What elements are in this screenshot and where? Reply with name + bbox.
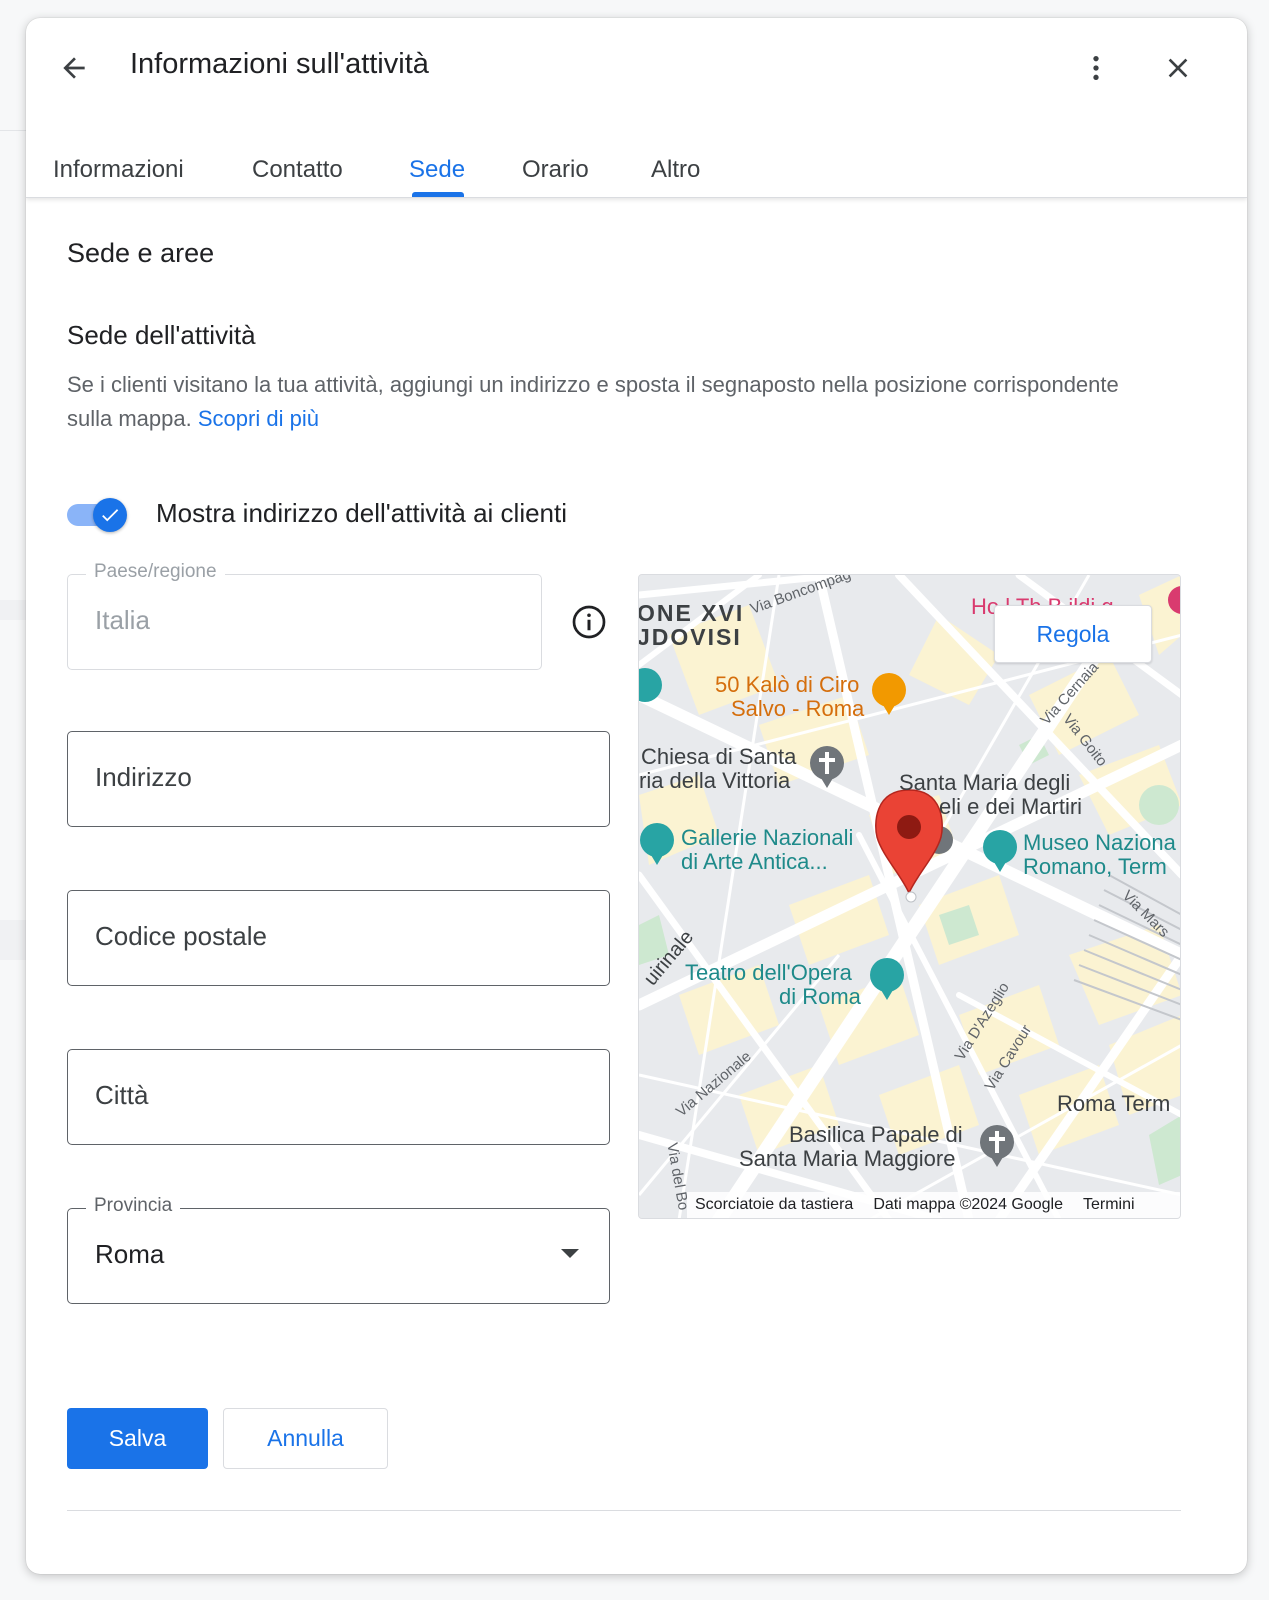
map-label-district: ONE XVI — [638, 600, 745, 626]
dropdown-arrow-icon — [561, 1249, 579, 1258]
more-vert-icon — [1093, 56, 1099, 80]
province-select[interactable]: Provincia Roma — [67, 1195, 610, 1304]
map-label-theatre: di Roma — [779, 984, 861, 1009]
bg-strip — [0, 920, 26, 960]
cancel-button[interactable]: Annulla — [223, 1408, 388, 1469]
divider — [67, 1510, 1181, 1511]
dialog-title: Informazioni sull'attività — [130, 48, 429, 80]
map-label-church: ria della Vittoria — [639, 768, 791, 793]
map-footer: Scorciatoie da tastiera Dati mappa ©2024… — [687, 1192, 1180, 1218]
save-button[interactable]: Salva — [67, 1408, 208, 1469]
bg-strip — [0, 600, 26, 620]
more-options-button[interactable] — [1074, 46, 1118, 90]
map-label-basilica: Basilica Papale di — [789, 1122, 963, 1147]
dialog-header: Informazioni sull'attività Informazioni … — [26, 18, 1247, 198]
map-label-basilica-angeli: eli e dei Martiri — [939, 794, 1083, 819]
tab-bar: Informazioni Contatto Sede Orario Altro — [26, 136, 1247, 198]
arrow-back-icon — [63, 57, 85, 79]
learn-more-link[interactable]: Scopri di più — [198, 406, 319, 431]
section-title: Sede e aree — [67, 238, 215, 268]
show-address-label: Mostra indirizzo dell'attività ai client… — [156, 498, 568, 528]
province-label: Provincia — [86, 1195, 181, 1217]
tab-sede[interactable]: Sede — [409, 156, 465, 184]
map-label-theatre: Teatro dell'Opera — [685, 960, 852, 985]
toggle-knob — [93, 498, 127, 532]
back-button[interactable] — [52, 46, 96, 90]
map-label-church: Chiesa di Santa — [641, 744, 797, 769]
country-field: Paese/regione Italia — [67, 561, 542, 670]
info-icon-svg — [572, 605, 606, 639]
close-button[interactable] — [1156, 46, 1200, 90]
map-label-restaurant: Salvo - Roma — [731, 696, 865, 721]
section-subtitle: Sede dell'attività — [67, 320, 256, 350]
map-label-termini: Roma Term — [1057, 1091, 1171, 1116]
map-label-gallery: di Arte Antica... — [681, 849, 828, 874]
tab-orario[interactable]: Orario — [522, 156, 589, 184]
postal-code-field[interactable]: Codice postale — [67, 890, 610, 986]
postal-code-placeholder: Codice postale — [95, 921, 267, 951]
section-description: Se i clienti visitano la tua attività, a… — [67, 368, 1147, 436]
keyboard-shortcuts-link[interactable]: Scorciatoie da tastiera — [695, 1196, 853, 1214]
country-value: Italia — [95, 605, 150, 635]
map-label-restaurant: 50 Kalò di Ciro — [715, 672, 860, 697]
address-field[interactable]: Indirizzo — [67, 731, 610, 827]
map-label-museum: Romano, Term — [1023, 854, 1167, 879]
address-placeholder: Indirizzo — [95, 762, 192, 792]
map-label-basilica: Santa Maria Maggiore — [739, 1146, 956, 1171]
map-label-museum: Museo Naziona — [1023, 830, 1176, 855]
tab-altro[interactable]: Altro — [651, 156, 700, 184]
map-data-attribution: Dati mappa ©2024 Google — [873, 1196, 1063, 1213]
info-icon[interactable] — [571, 604, 607, 640]
show-address-toggle[interactable] — [67, 498, 127, 532]
close-icon — [1168, 58, 1188, 78]
check-icon — [102, 509, 119, 522]
tab-informazioni[interactable]: Informazioni — [53, 156, 184, 184]
adjust-pin-button[interactable]: Regola — [994, 605, 1152, 663]
map-terms-link[interactable]: Termini — [1083, 1196, 1135, 1214]
location-map[interactable]: ONE XVI JDOVISI Via Boncompag Ho l Th B … — [638, 574, 1181, 1219]
map-label-gallery: Gallerie Nazionali — [681, 825, 854, 850]
city-field[interactable]: Città — [67, 1049, 610, 1145]
map-label-basilica-angeli: Santa Maria degli — [899, 770, 1071, 795]
country-label: Paese/regione — [86, 561, 225, 583]
province-value: Roma — [95, 1239, 165, 1269]
bg-divider — [0, 130, 26, 131]
active-tab-indicator — [412, 192, 464, 197]
city-placeholder: Città — [95, 1080, 149, 1110]
map-label-district: JDOVISI — [638, 624, 742, 650]
tab-contatto[interactable]: Contatto — [252, 156, 343, 184]
business-info-dialog: Informazioni sull'attività Informazioni … — [26, 18, 1247, 1574]
